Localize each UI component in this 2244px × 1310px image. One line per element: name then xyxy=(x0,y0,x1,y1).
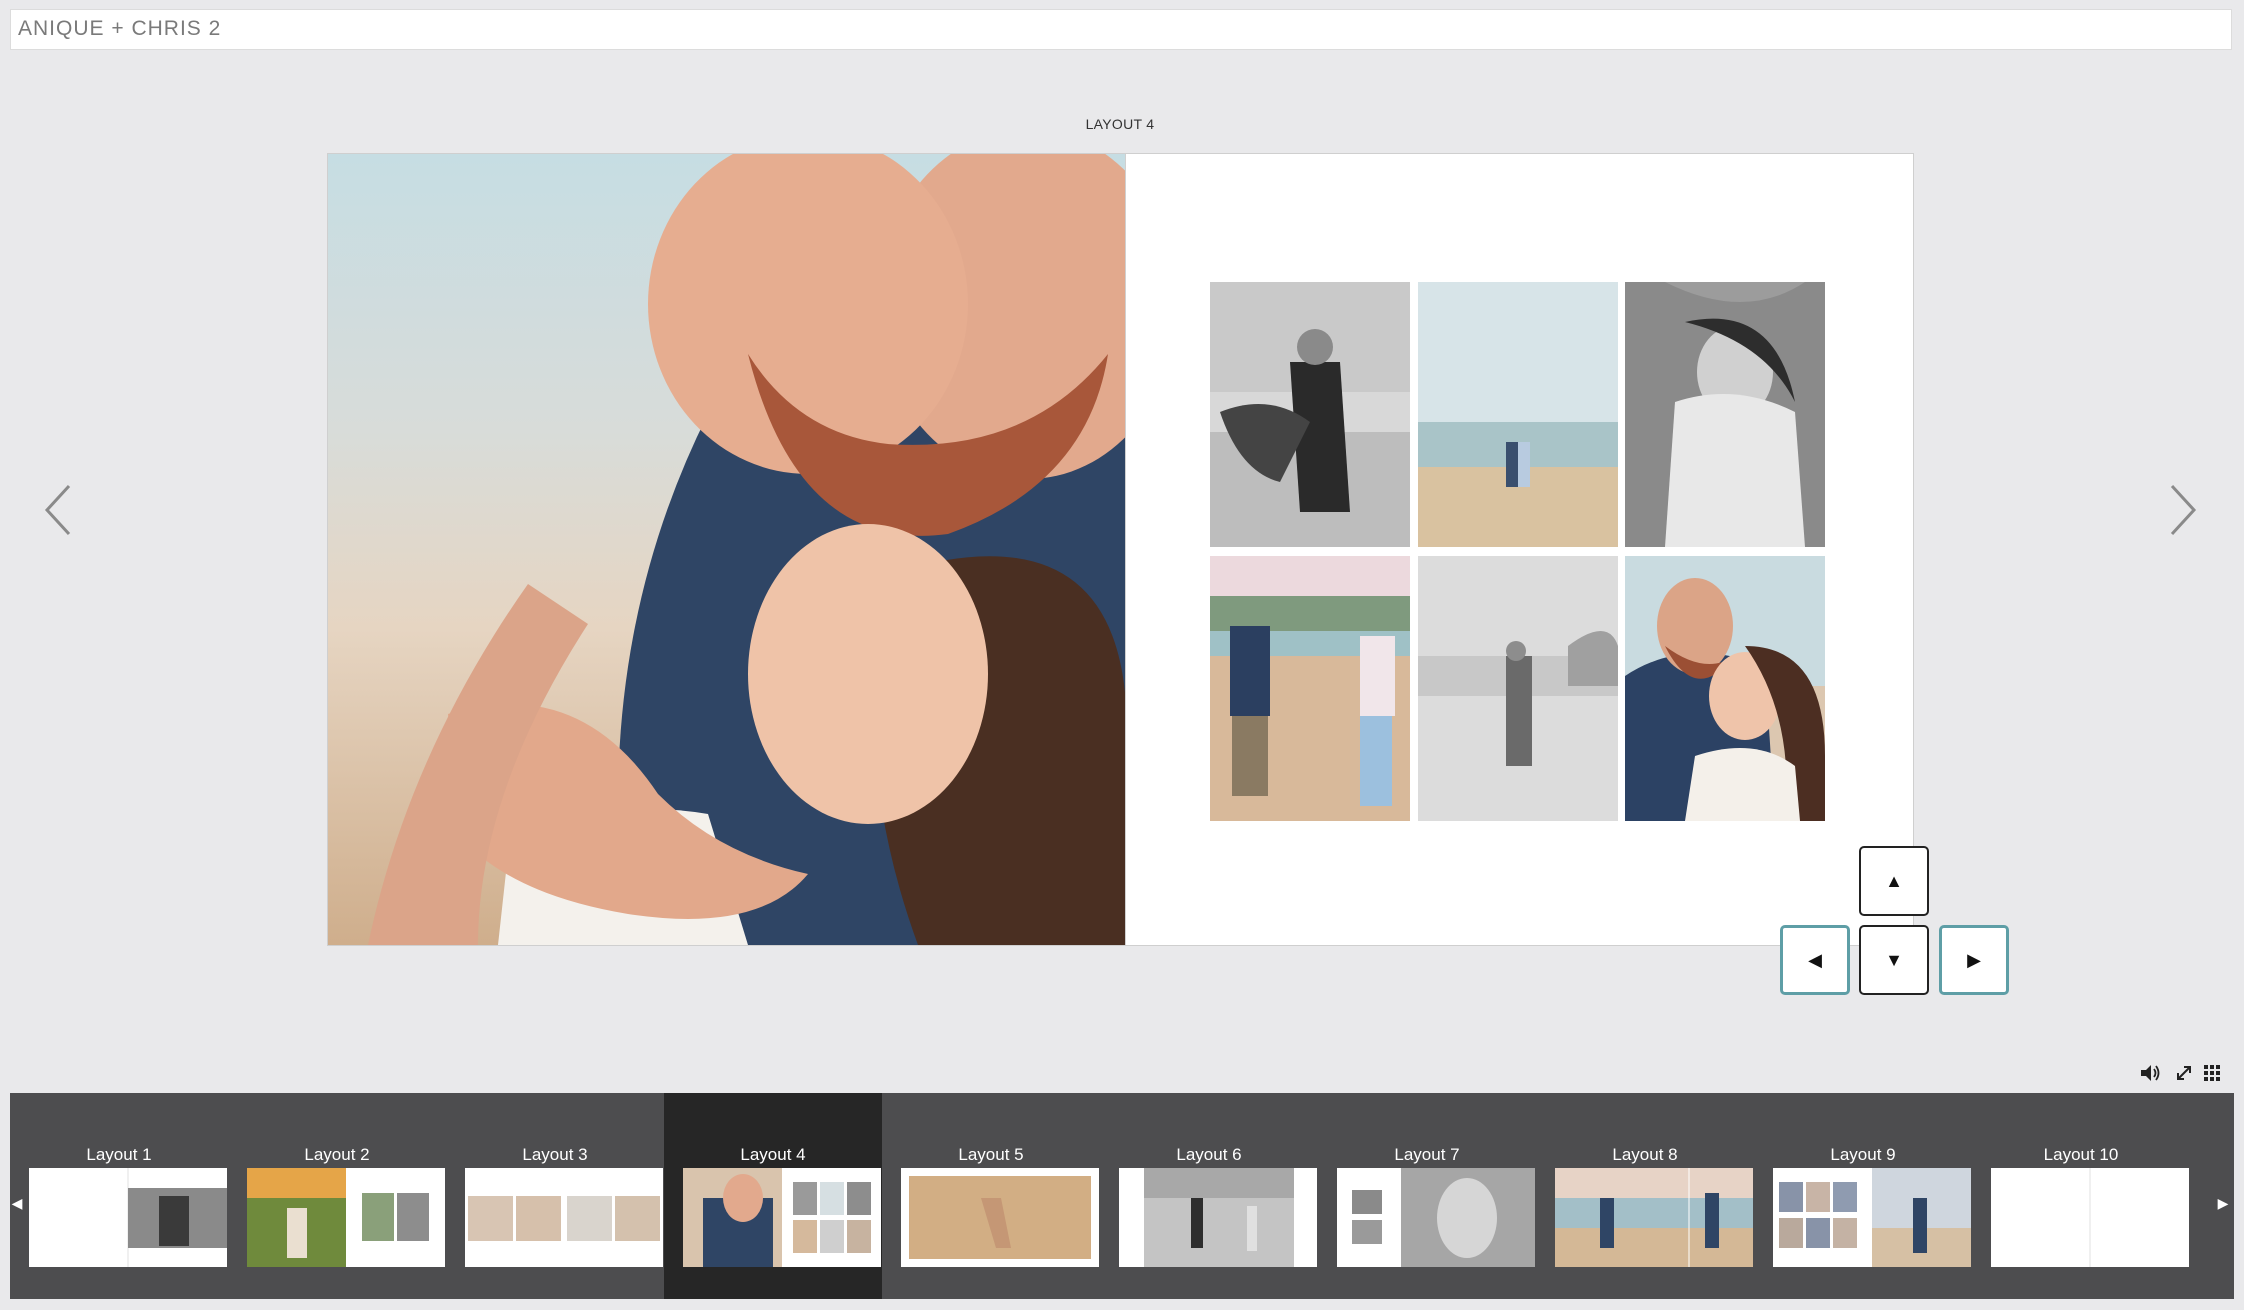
album-title-bar: ANIQUE + CHRIS 2 xyxy=(10,9,2232,50)
thumbnail-layout-8[interactable]: Layout 8 xyxy=(1536,1093,1754,1299)
grid-photo-4[interactable] xyxy=(1210,556,1410,821)
thumbnail-image xyxy=(1119,1168,1317,1267)
thumbnail-label: Layout 1 xyxy=(86,1145,152,1164)
expand-icon xyxy=(2177,1066,2191,1080)
thumbnail-label: Layout 9 xyxy=(1830,1145,1896,1164)
thumbnail-layout-9[interactable]: Layout 9 xyxy=(1754,1093,1972,1299)
couple-closeup-photo xyxy=(328,154,1125,945)
thumbnail-layout-7[interactable]: Layout 7 xyxy=(1318,1093,1536,1299)
thumbnail-layout-10[interactable]: Layout 10 xyxy=(1972,1093,2190,1299)
couple-portrait-photo xyxy=(1625,556,1825,821)
chevron-left-icon xyxy=(44,484,71,536)
keypad-right-button[interactable]: ▶ xyxy=(1939,925,2009,995)
strip-next-button[interactable]: ▶ xyxy=(2216,1194,2230,1212)
album-title: ANIQUE + CHRIS 2 xyxy=(18,17,222,40)
thumbnail-label: Layout 7 xyxy=(1394,1145,1460,1164)
thumbnail-label: Layout 4 xyxy=(740,1145,806,1164)
thumbnail-layout-4[interactable]: Layout 4 xyxy=(664,1093,882,1299)
fullscreen-button[interactable] xyxy=(2174,1062,2194,1084)
thumbnail-image xyxy=(1555,1168,1753,1267)
thumbnail-label: Layout 5 xyxy=(958,1145,1024,1164)
thumbnail-image xyxy=(1991,1168,2189,1267)
couple-dancing-bw-photo xyxy=(1210,282,1410,547)
keypad-down-button[interactable]: ▼ xyxy=(1859,925,1929,995)
thumbnail-label: Layout 6 xyxy=(1176,1145,1242,1164)
speaker-icon xyxy=(2141,1065,2160,1081)
thumbnail-label: Layout 8 xyxy=(1612,1145,1678,1164)
couple-holding-hands-photo xyxy=(1210,556,1410,821)
next-spread-button[interactable] xyxy=(2163,480,2203,540)
page-fold xyxy=(1125,154,1126,945)
grid-photo-1[interactable] xyxy=(1210,282,1410,547)
chevron-right-icon xyxy=(2170,484,2197,536)
thumbnail-label: Layout 3 xyxy=(522,1145,588,1164)
left-page-photo[interactable] xyxy=(328,154,1125,945)
thumbnail-layout-5[interactable]: Layout 5 xyxy=(882,1093,1100,1299)
keypad-left-button[interactable]: ◀ xyxy=(1780,925,1850,995)
grid-photo-3[interactable] xyxy=(1625,282,1825,547)
current-layout-label: LAYOUT 4 xyxy=(1085,116,1155,132)
thumbnail-label: Layout 2 xyxy=(304,1145,370,1164)
grid-photo-5[interactable] xyxy=(1418,556,1618,821)
couple-shoreline-photo xyxy=(1418,282,1618,547)
couple-embrace-bw-photo xyxy=(1625,282,1825,547)
thumbnail-label: Layout 10 xyxy=(2043,1145,2119,1164)
couple-beach-bw-photo xyxy=(1418,556,1618,821)
thumbnail-image xyxy=(29,1168,227,1267)
thumbnail-layout-2[interactable]: Layout 2 xyxy=(228,1093,446,1299)
thumbnail-layout-6[interactable]: Layout 6 xyxy=(1100,1093,1318,1299)
thumbnail-image xyxy=(1773,1168,1971,1267)
thumbnail-image xyxy=(1337,1168,1535,1267)
grid-icon xyxy=(2204,1065,2220,1081)
thumbnail-image xyxy=(683,1168,881,1267)
previous-spread-button[interactable] xyxy=(38,480,78,540)
thumbnail-layout-1[interactable]: Layout 1 xyxy=(10,1093,228,1299)
thumbnail-layout-3[interactable]: Layout 3 xyxy=(446,1093,664,1299)
grid-photo-2[interactable] xyxy=(1418,282,1618,547)
grid-view-button[interactable] xyxy=(2202,1062,2222,1084)
sound-toggle-button[interactable] xyxy=(2140,1062,2162,1084)
thumbnail-image xyxy=(901,1168,1099,1267)
layout-thumbnail-strip: ◀ Layout 1 Layout 2 Layout 3 Layout 4 La… xyxy=(10,1093,2234,1299)
keypad-up-button[interactable]: ▲ xyxy=(1859,846,1929,916)
grid-photo-6[interactable] xyxy=(1625,556,1825,821)
album-spread xyxy=(327,153,1914,946)
thumbnail-image xyxy=(465,1168,663,1267)
thumbnail-image xyxy=(247,1168,445,1267)
